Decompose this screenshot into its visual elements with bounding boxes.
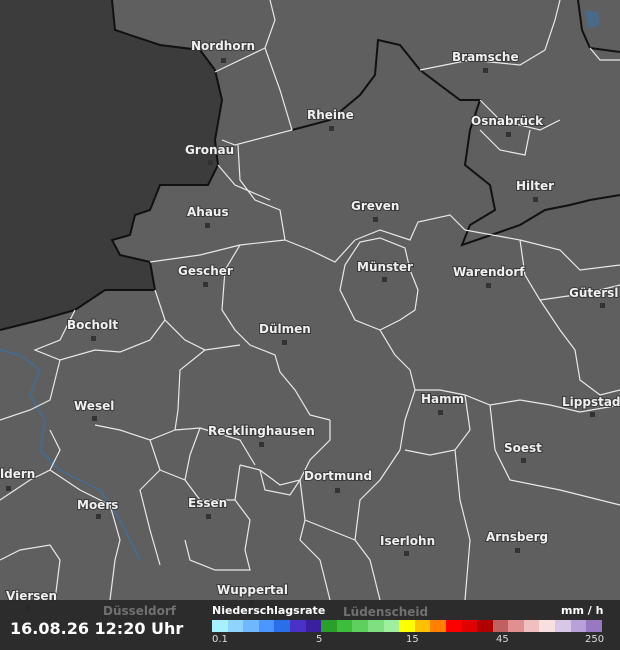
city-label-gronau: Gronau [185,143,234,157]
city-dot [404,551,409,556]
legend-swatch [352,620,368,632]
legend-tick-label: 45 [496,634,509,645]
city-dot [533,197,538,202]
legend-tick-label: 250 [585,634,605,645]
city-label-lippstadt: Lippstad [562,395,620,409]
city-label-soest: Soest [504,441,542,455]
map-canvas: Nordhorn Bramsche Rheine Osnabrück Grona… [0,0,620,650]
city-dot [92,416,97,421]
city-label-iserlohn: Iserlohn [380,534,435,548]
legend-tick-label: 5 [316,634,323,645]
weather-map[interactable]: Nordhorn Bramsche Rheine Osnabrück Grona… [0,0,620,650]
city-dot [373,217,378,222]
city-label-geldern: ldern [0,467,35,481]
city-label-arnsberg: Arnsberg [486,530,548,544]
city-label-duesseldorf: Düsseldorf [103,604,177,618]
city-label-bramsche: Bramsche [452,50,519,64]
legend-swatch [399,620,415,632]
city-label-moers: Moers [77,498,118,512]
legend-swatch [227,620,244,632]
city-dot [91,336,96,341]
city-dot [206,514,211,519]
city-dot [438,410,443,415]
legend-swatch [477,620,493,632]
legend-bar-panel: Düsseldorf Lüdenscheid 16.08.26 12:20 Uh… [0,600,620,650]
city-label-luedenscheid: Lüdenscheid [343,605,429,619]
legend-tick-label: 15 [406,634,419,645]
legend-swatch [321,620,337,632]
city-label-recklinghausen: Recklinghausen [208,424,315,438]
city-dot [486,283,491,288]
legend-swatch [430,620,446,632]
city-label-gescher: Gescher [178,264,233,278]
legend-unit: mm / h [561,604,604,617]
city-dot [282,340,287,345]
city-label-dortmund: Dortmund [304,469,372,483]
legend-swatch [243,620,259,632]
city-dot [329,126,334,131]
legend-swatch [367,620,384,632]
timestamp: 16.08.26 12:20 Uhr [10,619,184,638]
city-label-muenster: Münster [357,260,413,274]
city-dot [521,458,526,463]
city-dot [382,277,387,282]
city-label-bocholt: Bocholt [67,318,118,332]
city-label-ahaus: Ahaus [187,205,229,219]
legend-title: Niederschlagsrate [212,604,326,617]
legend-swatch [274,620,290,632]
legend-swatch [289,620,306,632]
city-dot [590,412,595,417]
city-dot [96,514,101,519]
legend-swatch [305,620,322,632]
legend-swatch [570,620,587,632]
legend-swatch [336,620,353,632]
city-dot [335,488,340,493]
city-label-greven: Greven [351,199,399,213]
city-dot [203,282,208,287]
legend-swatch [212,620,228,632]
city-dot [259,442,264,447]
city-label-wuppertal: Wuppertal [217,583,288,597]
city-label-nordhorn: Nordhorn [191,39,255,53]
legend-swatch [539,620,556,632]
legend-tick-label: 0.1 [212,634,228,645]
legend-swatch [461,620,478,632]
city-dot [205,223,210,228]
city-dot [483,68,488,73]
city-label-duelmen: Dülmen [259,322,311,336]
legend-swatch [383,620,400,632]
city-dot [221,58,226,63]
legend-swatch [586,620,602,632]
city-dot [6,486,11,491]
city-dot [600,303,605,308]
city-dot [506,132,511,137]
city-label-guetersloh: Gütersl [569,286,618,300]
city-dot [208,160,213,165]
city-label-rheine: Rheine [307,108,354,122]
legend-swatch [445,620,462,632]
city-label-wesel: Wesel [74,399,114,413]
city-dot [515,548,520,553]
legend-color-scale [212,620,602,632]
legend-swatch [523,620,540,632]
legend-swatch [555,620,571,632]
city-label-hamm: Hamm [421,392,464,406]
city-label-essen: Essen [188,496,227,510]
legend-swatch [508,620,524,632]
city-label-warendorf: Warendorf [453,265,525,279]
legend-swatch [492,620,509,632]
legend-swatch [414,620,431,632]
city-label-osnabrueck: Osnabrück [471,114,544,128]
city-label-hilter: Hilter [516,179,554,193]
legend-swatch [258,620,275,632]
